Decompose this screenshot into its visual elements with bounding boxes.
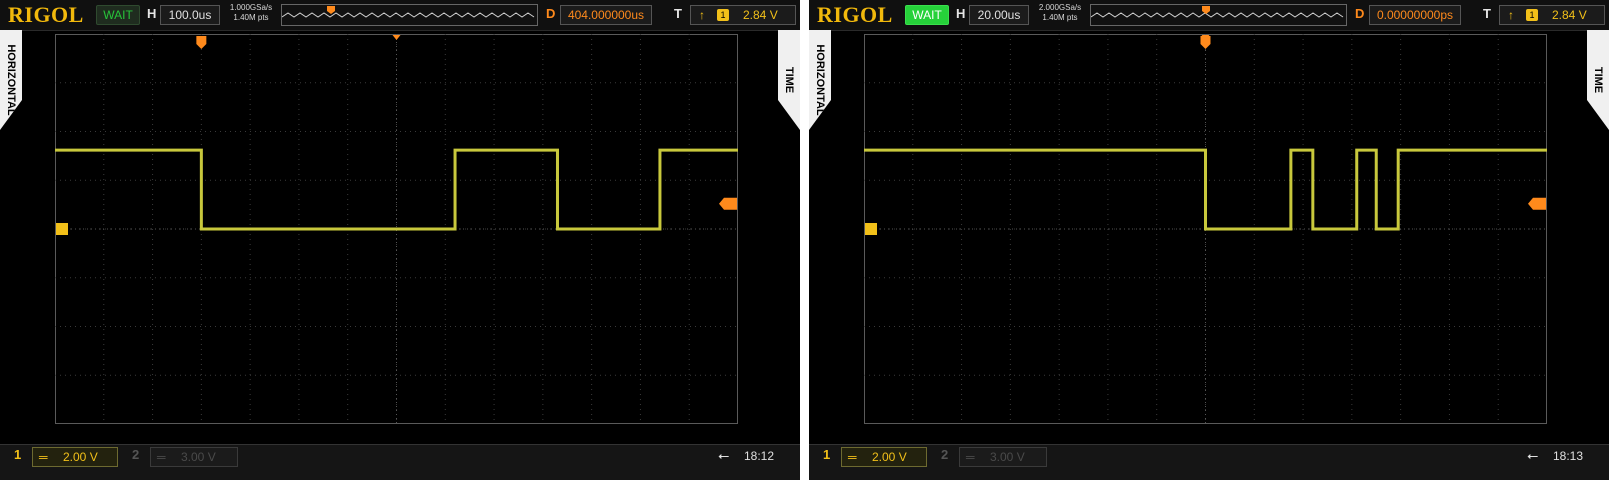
ch1-label[interactable]: 1 <box>823 447 830 462</box>
ch1-scale-value: 2.00 V <box>872 450 907 464</box>
waveform-display[interactable] <box>864 34 1547 424</box>
clock: 18:12 <box>744 449 775 463</box>
memory-overview-waveform <box>282 6 535 18</box>
memory-trigger-marker-icon <box>327 6 335 14</box>
rising-edge-icon: ↑ <box>699 8 705 22</box>
dc-coupling-icon: ═ <box>39 450 48 464</box>
ch2-scale-box[interactable]: ═ 3.00 V <box>959 447 1047 467</box>
delay-value[interactable]: 0.00000000ps <box>1369 5 1461 25</box>
trigger-label: T <box>1483 6 1491 21</box>
usb-icon: ⭠ <box>1527 447 1539 463</box>
run-status-badge[interactable]: WAIT <box>96 5 140 25</box>
ch1-scale-value: 2.00 V <box>63 450 98 464</box>
delay-value[interactable]: 404.000000us <box>560 5 652 25</box>
ch1-ground-marker-icon[interactable] <box>865 223 877 235</box>
time-tab-label: TIME <box>783 66 795 94</box>
acquisition-info: 2.000GSa/s 1.40M pts <box>1035 3 1085 23</box>
rigol-logo: RIGOL <box>8 2 84 27</box>
delay-label: D <box>546 6 556 21</box>
memory-overview-bar[interactable] <box>281 4 538 26</box>
ch1-ground-marker-icon[interactable] <box>56 223 68 235</box>
dc-coupling-icon: ═ <box>966 450 975 464</box>
memory-depth: 1.40M pts <box>233 13 269 22</box>
ch2-label[interactable]: 2 <box>132 447 139 462</box>
sample-rate: 2.000GSa/s <box>1038 3 1082 12</box>
trigger-level-value: 2.84 V <box>743 8 778 22</box>
bottom-channel-bar: 1 ═ 2.00 V 2 ═ 3.00 V ⭠ 18:13 <box>809 444 1609 480</box>
ch2-scale-value: 3.00 V <box>181 450 216 464</box>
horizontal-label: H <box>956 6 966 21</box>
waveform-display[interactable] <box>55 34 738 424</box>
trigger-level-value: 2.84 V <box>1552 8 1587 22</box>
horizontal-menu-tab[interactable]: HORIZONTAL <box>0 30 22 130</box>
trigger-channel-badge: 1 <box>1526 9 1538 21</box>
memory-overview-bar[interactable] <box>1090 4 1347 26</box>
top-status-bar: RIGOL WAIT H 100.0us 1.000GSa/s 1.40M pt… <box>0 0 800 31</box>
top-status-bar: RIGOL WAIT H 20.00us 2.000GSa/s 1.40M pt… <box>809 0 1609 31</box>
trigger-settings[interactable]: ↑ 1 2.84 V <box>1499 5 1605 25</box>
sample-rate: 1.000GSa/s <box>229 3 273 12</box>
time-menu-tab[interactable]: TIME <box>778 30 800 130</box>
rigol-logo: RIGOL <box>817 2 893 27</box>
usb-icon: ⭠ <box>718 447 730 463</box>
trigger-label: T <box>674 6 682 21</box>
dc-coupling-icon: ═ <box>848 450 857 464</box>
memory-depth: 1.40M pts <box>1042 13 1078 22</box>
ch1-label[interactable]: 1 <box>14 447 21 462</box>
run-status-badge[interactable]: WAIT <box>905 5 949 25</box>
ch2-scale-box[interactable]: ═ 3.00 V <box>150 447 238 467</box>
time-menu-tab[interactable]: TIME <box>1587 30 1609 130</box>
horizontal-tab-label: HORIZONTAL <box>814 44 826 116</box>
bottom-channel-bar: 1 ═ 2.00 V 2 ═ 3.00 V ⭠ 18:12 <box>0 444 800 480</box>
timebase-value[interactable]: 100.0us <box>160 5 220 25</box>
ch1-scale-box[interactable]: ═ 2.00 V <box>841 447 927 467</box>
horizontal-tab-label: HORIZONTAL <box>5 44 17 116</box>
ch2-scale-value: 3.00 V <box>990 450 1025 464</box>
trigger-settings[interactable]: ↑ 1 2.84 V <box>690 5 796 25</box>
timebase-value[interactable]: 20.00us <box>969 5 1029 25</box>
horizontal-menu-tab[interactable]: HORIZONTAL <box>809 30 831 130</box>
horizontal-label: H <box>147 6 157 21</box>
acquisition-info: 1.000GSa/s 1.40M pts <box>226 3 276 23</box>
memory-overview-waveform <box>1091 6 1344 18</box>
rising-edge-icon: ↑ <box>1508 8 1514 22</box>
memory-trigger-marker-icon <box>1202 6 1210 14</box>
ch1-scale-box[interactable]: ═ 2.00 V <box>32 447 118 467</box>
clock: 18:13 <box>1553 449 1584 463</box>
oscilloscope-screen-right: RIGOL WAIT H 20.00us 2.000GSa/s 1.40M pt… <box>809 0 1609 480</box>
time-tab-label: TIME <box>1592 66 1604 94</box>
dc-coupling-icon: ═ <box>157 450 166 464</box>
trigger-channel-badge: 1 <box>717 9 729 21</box>
oscilloscope-screen-left: RIGOL WAIT H 100.0us 1.000GSa/s 1.40M pt… <box>0 0 800 480</box>
delay-label: D <box>1355 6 1365 21</box>
ch2-label[interactable]: 2 <box>941 447 948 462</box>
